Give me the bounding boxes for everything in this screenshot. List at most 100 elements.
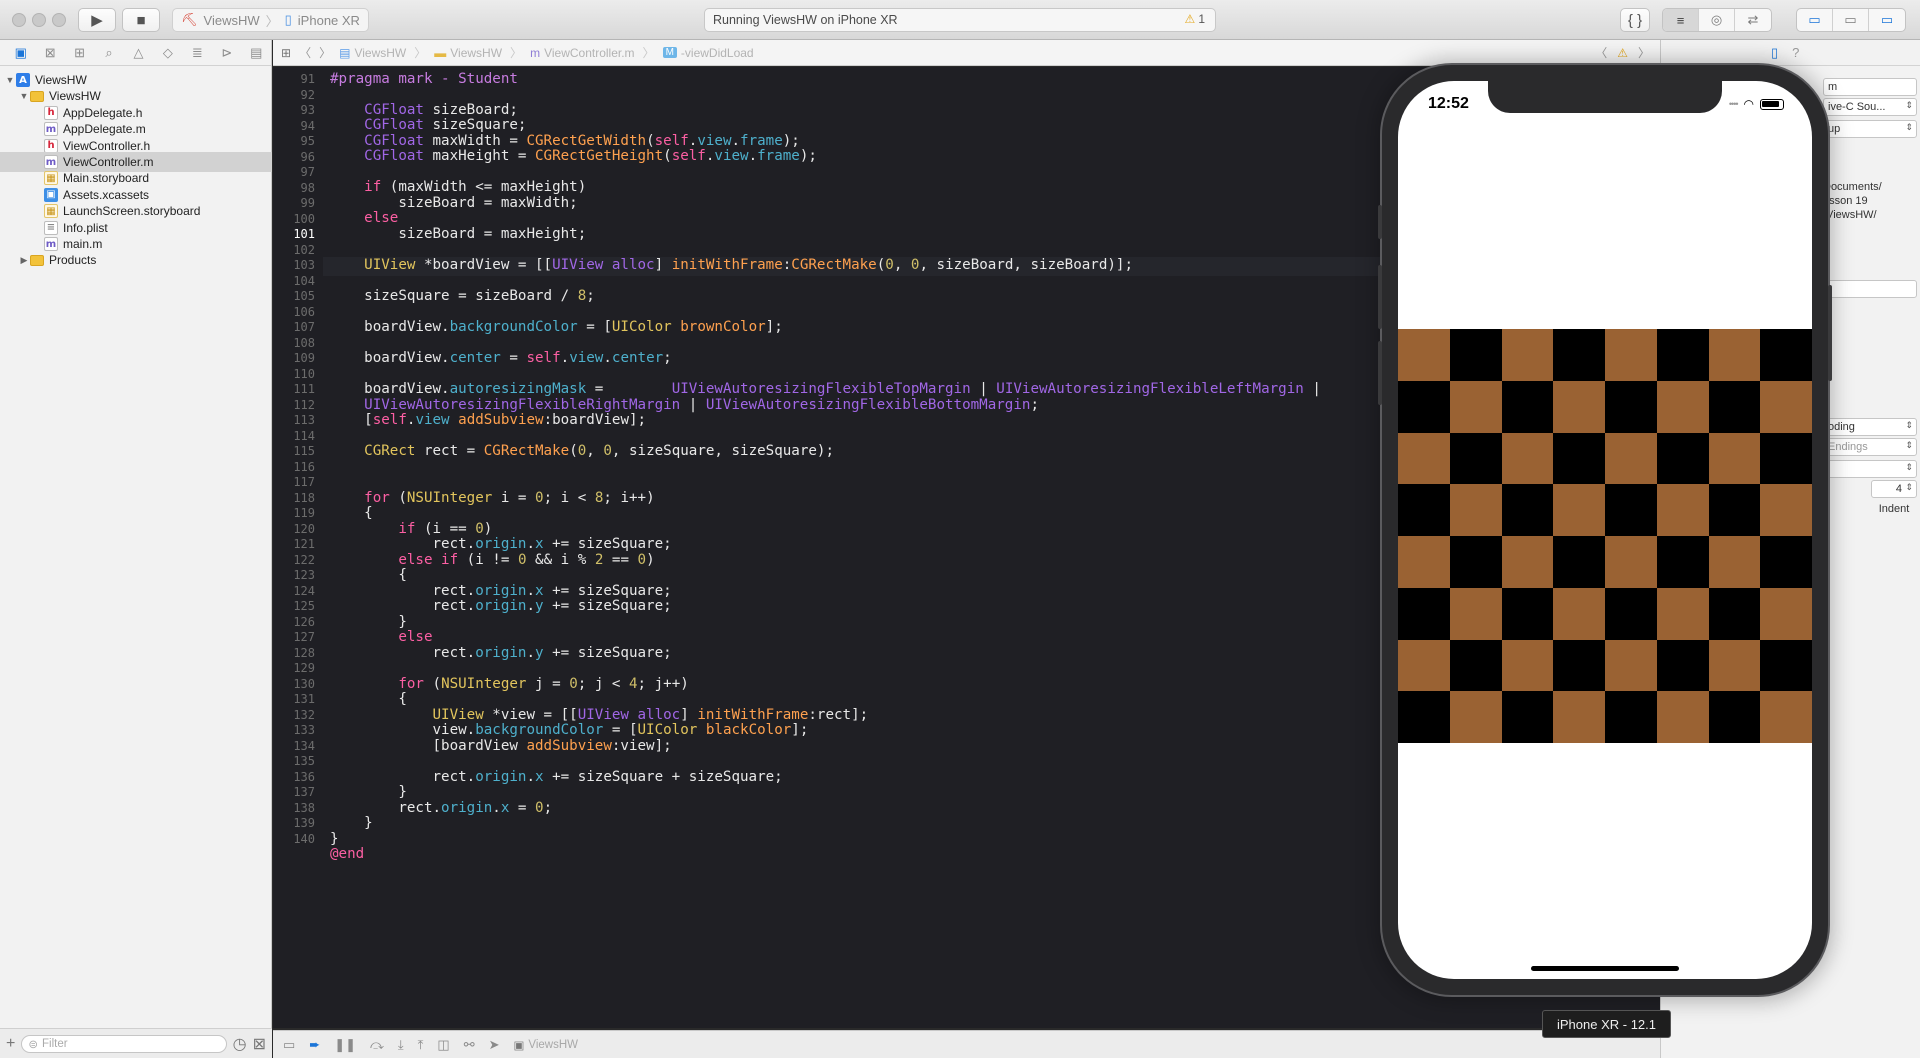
board-square bbox=[1656, 484, 1709, 536]
disclosure-triangle-icon[interactable]: ▼ bbox=[4, 75, 16, 85]
standard-editor-icon[interactable]: ≡ bbox=[1663, 9, 1699, 31]
target-field[interactable] bbox=[1823, 280, 1917, 298]
signal-icon: •••• bbox=[1728, 99, 1739, 109]
memory-graph-icon[interactable]: ⚯ bbox=[464, 1037, 475, 1053]
board-square bbox=[1553, 639, 1605, 692]
board-square bbox=[1760, 432, 1812, 485]
line-number: 97 bbox=[300, 165, 315, 179]
search-icon[interactable]: ⌕ bbox=[94, 45, 123, 61]
filter-field[interactable]: ⊜ Filter bbox=[21, 1034, 227, 1053]
close-window-button[interactable] bbox=[12, 13, 26, 27]
device-icon: ▯ bbox=[284, 12, 292, 27]
indent-width-field[interactable]: 4 ⇕ bbox=[1871, 480, 1917, 498]
debug-area-toggle-icon[interactable]: ▭ bbox=[1833, 9, 1869, 31]
report-icon[interactable]: ▤ bbox=[242, 45, 271, 61]
line-number: 130 bbox=[293, 676, 315, 691]
test-icon[interactable]: ◇ bbox=[153, 45, 182, 61]
tree-item[interactable]: ▶ Products bbox=[0, 250, 272, 270]
simulator-screen[interactable]: 12:52 •••• ◠ bbox=[1398, 81, 1812, 979]
pause-icon[interactable]: ❚❚ bbox=[334, 1037, 356, 1053]
board-square bbox=[1553, 380, 1605, 433]
inspector-toggle-icon[interactable]: ▭ bbox=[1869, 9, 1905, 31]
line-number: 117 bbox=[293, 475, 315, 489]
line-number: 129 bbox=[293, 661, 315, 675]
folder-icon[interactable]: ▣ bbox=[6, 45, 35, 61]
hide-debug-area-icon[interactable]: ▭ bbox=[283, 1037, 295, 1053]
process-name: ViewsHW bbox=[528, 1038, 579, 1051]
board-square bbox=[1398, 587, 1450, 640]
file-type-popup[interactable]: ive-C Sou... ⇕ bbox=[1823, 98, 1917, 116]
breakpoints-toggle-icon[interactable]: ➨ bbox=[309, 1037, 320, 1053]
view-debugger-icon[interactable]: ◫ bbox=[437, 1037, 449, 1053]
scheme-selector[interactable]: ⛏ ViewsHW 〉 ▯ iPhone XR bbox=[172, 8, 369, 32]
add-icon[interactable]: + bbox=[6, 1035, 15, 1053]
board-square bbox=[1656, 639, 1709, 692]
chevron-right-icon[interactable]: 〉 bbox=[1638, 44, 1650, 61]
warning-icon: ⚠ bbox=[1184, 12, 1196, 26]
recent-files-icon[interactable]: ◷ bbox=[233, 1034, 247, 1054]
issue-icon[interactable]: △ bbox=[124, 45, 153, 61]
debug-icon[interactable]: ≣ bbox=[183, 45, 212, 61]
location-icon[interactable]: ➤ bbox=[489, 1037, 500, 1053]
step-into-icon[interactable]: ⤓ bbox=[398, 1037, 404, 1053]
assistant-editor-icon[interactable]: ◎ bbox=[1699, 9, 1735, 31]
related-items-icon[interactable]: ⊞ bbox=[281, 46, 291, 60]
stop-button[interactable]: ■ bbox=[122, 8, 160, 32]
forward-arrow-icon[interactable]: 〉 bbox=[319, 44, 331, 61]
breadcrumb-project[interactable]: ▤ ViewsHW bbox=[339, 46, 406, 60]
code-line: [self.view addSubview:boardView]; bbox=[330, 412, 647, 428]
breadcrumb-method[interactable]: M -viewDidLoad bbox=[662, 46, 754, 60]
plist-file-icon: ≡ bbox=[44, 220, 58, 235]
navigator-filter-bar: + ⊜ Filter ◷ ⊠ bbox=[0, 1028, 272, 1058]
symbol-icon[interactable]: ⊞ bbox=[65, 45, 94, 61]
tree-item-label: main.m bbox=[63, 237, 103, 251]
breadcrumb-file[interactable]: m ViewController.m bbox=[530, 46, 634, 60]
source-control-filter-icon[interactable]: ⊠ bbox=[253, 1034, 266, 1054]
code-line: else bbox=[398, 629, 433, 645]
board-square bbox=[1501, 639, 1554, 692]
file-inspector-icon[interactable]: ▯ bbox=[1771, 45, 1778, 61]
disclosure-triangle-icon[interactable]: ▶ bbox=[18, 255, 30, 266]
breadcrumb-group[interactable]: ▬ ViewsHW bbox=[434, 46, 502, 60]
line-number: 98 bbox=[300, 180, 315, 195]
text-encoding-popup[interactable]: oding ⇕ bbox=[1823, 418, 1917, 436]
board-square bbox=[1449, 484, 1502, 536]
minimize-window-button[interactable] bbox=[32, 13, 46, 27]
project-icon: A bbox=[16, 73, 30, 87]
step-out-icon[interactable]: ⤒ bbox=[418, 1037, 424, 1053]
code-line: } bbox=[330, 784, 407, 800]
board-square bbox=[1553, 691, 1605, 743]
line-number: 100 bbox=[293, 211, 315, 226]
board-square bbox=[1708, 639, 1761, 692]
run-button[interactable]: ▶ bbox=[78, 8, 116, 32]
location-popup[interactable]: up ⇕ bbox=[1823, 120, 1917, 138]
help-icon[interactable]: ? bbox=[1792, 45, 1799, 60]
filter-placeholder: Filter bbox=[41, 1037, 68, 1050]
back-arrow-icon[interactable]: 〈 bbox=[299, 44, 311, 61]
tree-item-label: ViewController.m bbox=[63, 155, 154, 169]
version-editor-icon[interactable]: ⇄ bbox=[1735, 9, 1771, 31]
board-square bbox=[1708, 484, 1761, 536]
indent-using-popup[interactable]: ⇕ bbox=[1823, 460, 1917, 478]
warning-indicator[interactable]: ⚠ 1 bbox=[1185, 12, 1205, 26]
code-line: UIViewAutoresizingFlexibleRightMargin | … bbox=[364, 397, 1039, 413]
source-control-icon[interactable]: ⊠ bbox=[35, 45, 64, 61]
line-number: 119 bbox=[293, 506, 315, 520]
library-button[interactable]: { } bbox=[1620, 8, 1650, 32]
line-endings-popup[interactable]: Endings ⇕ bbox=[1823, 438, 1917, 456]
code-line: CGFloat sizeBoard; bbox=[364, 102, 518, 118]
chevron-right-icon: 〉 bbox=[642, 46, 655, 60]
line-number: 96 bbox=[300, 149, 315, 164]
line-number-gutter[interactable]: 91 92 93 94 95 96 97 98 99 100 101 102 103 104 105 106 1… bbox=[273, 67, 323, 1028]
zoom-window-button[interactable] bbox=[52, 13, 66, 27]
disclosure-triangle-icon[interactable]: ▼ bbox=[18, 91, 30, 101]
volume-up-button bbox=[1378, 265, 1382, 329]
line-number: 107 bbox=[293, 320, 315, 334]
iphone-simulator[interactable]: 12:52 •••• ◠ bbox=[1378, 63, 1832, 997]
step-over-icon[interactable]: ⤼ bbox=[370, 1037, 384, 1053]
chevron-left-icon[interactable]: 〈 bbox=[1595, 44, 1607, 61]
board-square bbox=[1760, 587, 1812, 640]
breakpoint-icon[interactable]: ⊳ bbox=[212, 45, 241, 61]
navigator-toggle-icon[interactable]: ▭ bbox=[1797, 9, 1833, 31]
file-name-field[interactable]: m bbox=[1823, 78, 1917, 96]
